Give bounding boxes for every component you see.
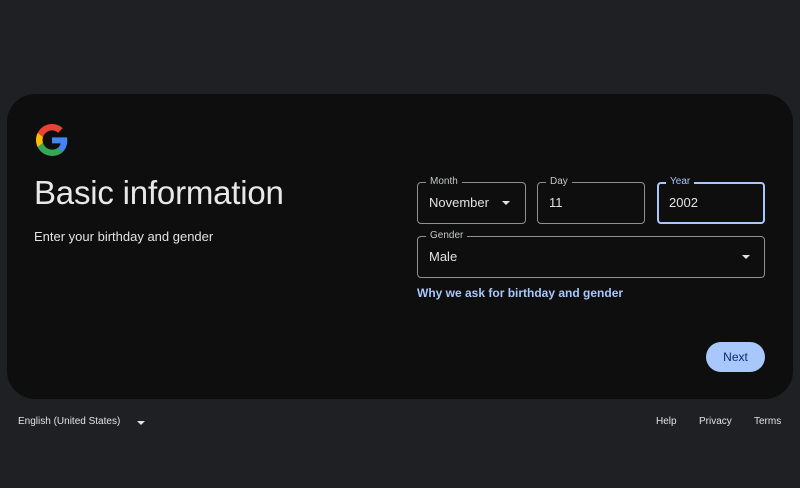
gender-value: Male bbox=[429, 249, 458, 264]
page-title: Basic information bbox=[34, 174, 284, 211]
day-value: 11 bbox=[549, 195, 563, 210]
year-label: Year bbox=[666, 175, 695, 189]
chevron-down-icon[interactable] bbox=[137, 421, 145, 425]
page-subtitle: Enter your birthday and gender bbox=[34, 229, 214, 244]
privacy-link[interactable]: Privacy bbox=[699, 416, 732, 427]
page: Basic information Enter your birthday an… bbox=[0, 0, 800, 488]
signup-card: Basic information Enter your birthday an… bbox=[7, 94, 793, 399]
terms-link[interactable]: Terms bbox=[754, 416, 781, 427]
day-label: Day bbox=[546, 175, 572, 189]
footer: English (United States) Help Privacy Ter… bbox=[0, 410, 800, 436]
month-label: Month bbox=[426, 175, 462, 189]
chevron-down-icon bbox=[742, 255, 750, 259]
gender-select[interactable]: Gender Male bbox=[417, 229, 765, 278]
month-value: November bbox=[429, 195, 489, 210]
day-input[interactable]: Day 11 bbox=[537, 175, 645, 224]
chevron-down-icon bbox=[502, 201, 510, 205]
year-input[interactable]: Year 2002 bbox=[657, 175, 765, 224]
gender-label: Gender bbox=[426, 229, 468, 243]
language-selector[interactable]: English (United States) bbox=[18, 416, 120, 427]
help-link[interactable]: Help bbox=[656, 416, 677, 427]
year-value: 2002 bbox=[669, 195, 698, 210]
next-button[interactable]: Next bbox=[706, 342, 765, 372]
why-we-ask-link[interactable]: Why we ask for birthday and gender bbox=[417, 286, 623, 300]
month-select[interactable]: Month November bbox=[417, 175, 526, 224]
google-logo-icon bbox=[36, 124, 68, 156]
